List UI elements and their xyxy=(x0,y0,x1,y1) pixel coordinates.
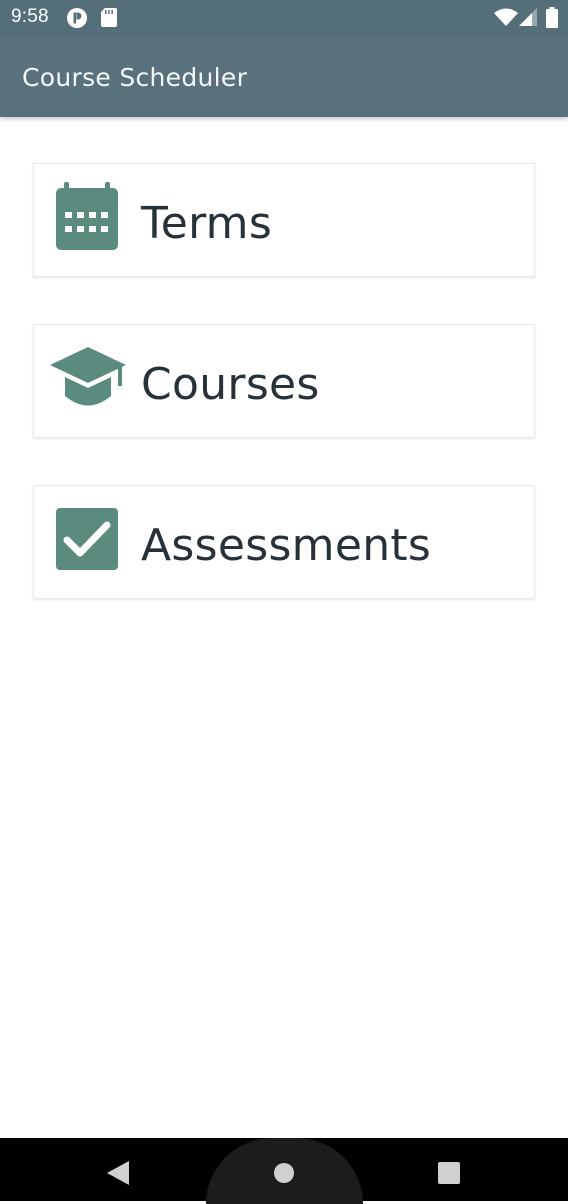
terms-label: Terms xyxy=(141,198,273,249)
calendar-icon xyxy=(56,182,118,256)
battery-icon xyxy=(546,7,558,32)
courses-label: Courses xyxy=(141,359,320,410)
assessments-card[interactable]: Assessments xyxy=(33,485,535,599)
status-bar: 9:58 xyxy=(0,0,568,35)
terms-card[interactable]: Terms xyxy=(33,163,535,277)
app-bar: Course Scheduler xyxy=(0,35,568,117)
app-title: Course Scheduler xyxy=(22,63,248,92)
cell-signal-icon xyxy=(519,8,537,30)
home-icon[interactable] xyxy=(273,1162,295,1188)
navigation-bar xyxy=(0,1138,568,1204)
graduation-cap-icon xyxy=(50,347,126,413)
p-circle-icon xyxy=(66,7,88,33)
back-icon[interactable] xyxy=(107,1161,129,1189)
status-time: 9:58 xyxy=(11,6,49,27)
sd-card-icon xyxy=(101,8,117,31)
courses-card[interactable]: Courses xyxy=(33,324,535,438)
checkbox-icon xyxy=(56,508,118,574)
wifi-icon xyxy=(494,8,518,30)
assessments-label: Assessments xyxy=(141,520,432,571)
recents-icon[interactable] xyxy=(438,1162,460,1188)
